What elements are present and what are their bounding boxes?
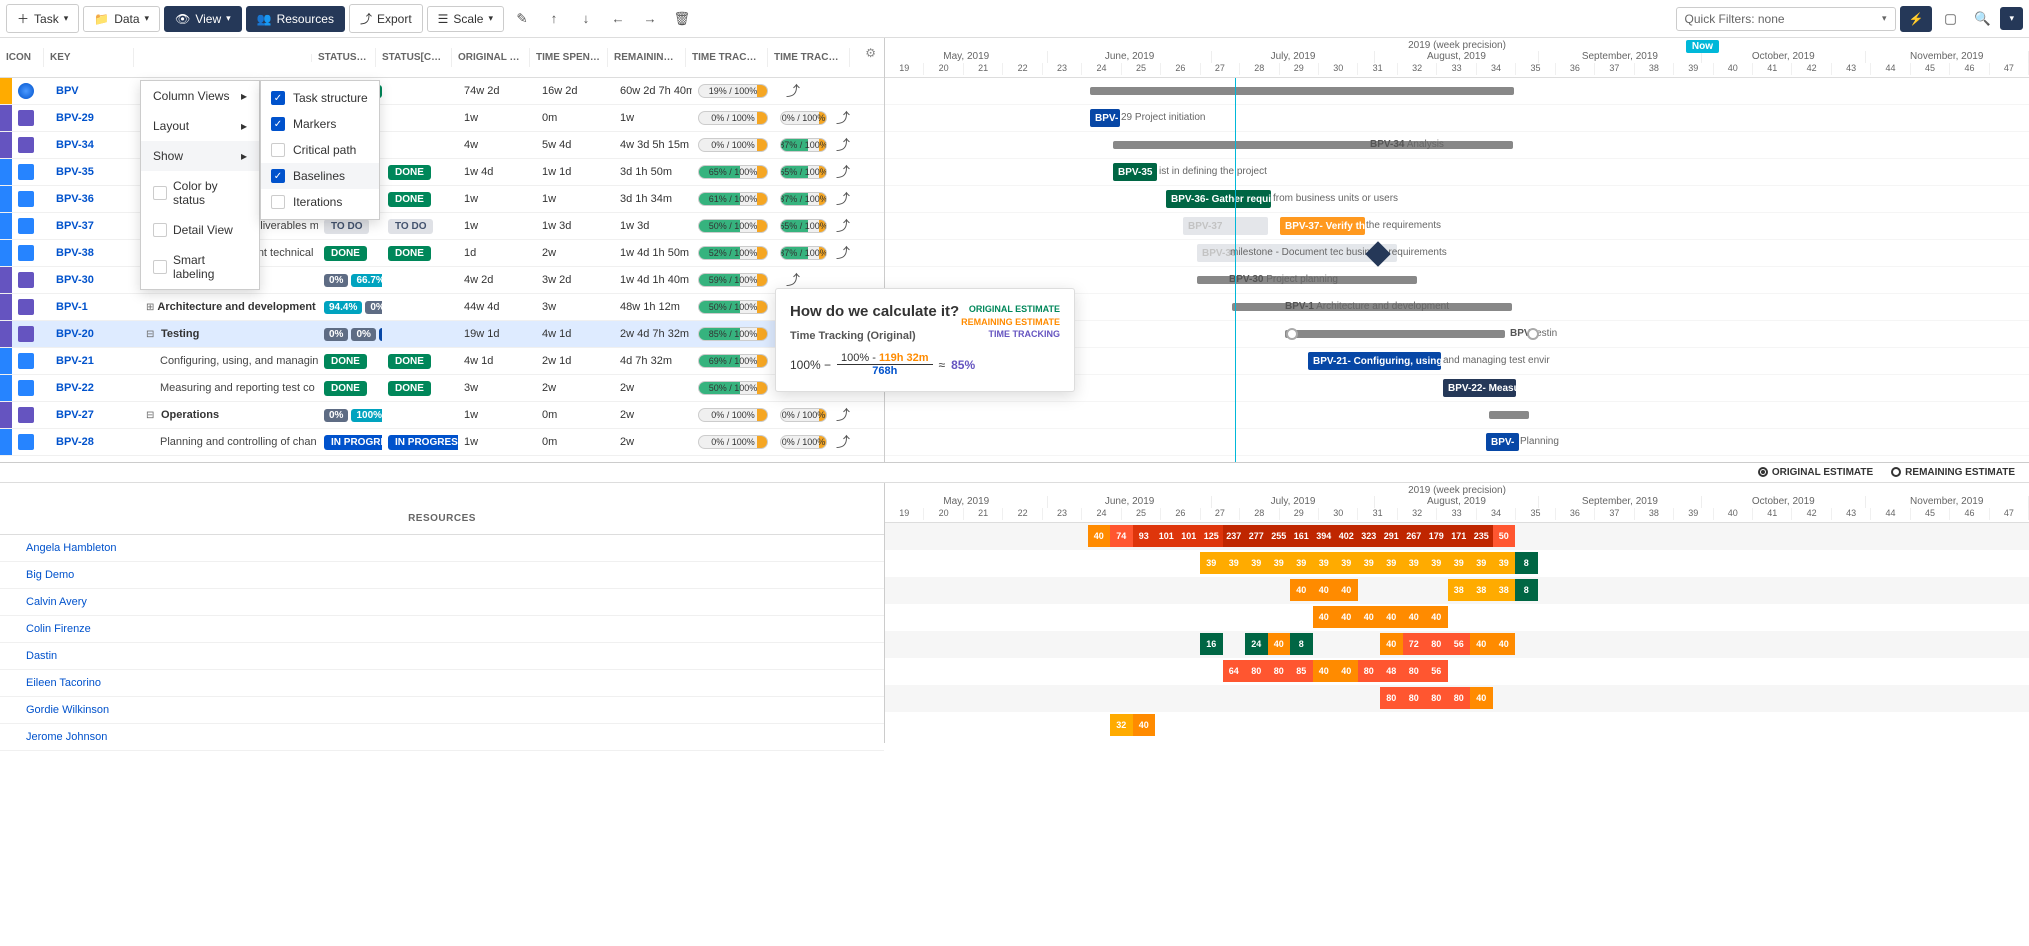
edit-icon[interactable]: ✎: [508, 5, 536, 33]
resource-row[interactable]: Colin Firenze: [0, 616, 884, 643]
task-grid: ⚙ ICON KEY STATUS[CHILDRI STATUS[CHILDRE…: [0, 38, 885, 462]
calculation-tooltip: How do we calculate it? Time Tracking (O…: [775, 288, 1075, 392]
sm-critical-path[interactable]: Critical path: [261, 137, 379, 163]
sm-baselines[interactable]: ✓Baselines: [261, 163, 379, 189]
table-row[interactable]: BPV-28 Planning and controlling of chan …: [0, 429, 884, 456]
view-dropdown: Column Views▸ Layout▸ Show▸ Color by sta…: [140, 80, 260, 290]
sm-markers[interactable]: ✓Markers: [261, 111, 379, 137]
dd-smart-labeling[interactable]: Smart labeling: [141, 245, 259, 289]
now-line: [1235, 78, 1236, 462]
dd-show[interactable]: Show▸: [141, 141, 259, 171]
baseline-legend: ORIGINAL ESTIMATE REMAINING ESTIMATE: [0, 463, 2029, 483]
resource-row[interactable]: Angela Hambleton: [0, 535, 884, 562]
table-row[interactable]: BPV-36 Gather requirements fr DONE 1w 1w…: [0, 186, 884, 213]
table-row[interactable]: BPV-30 ⊞Project planning 0%66.7%021 4w 2…: [0, 267, 884, 294]
gantt-chart: 2019 (week precision) May, 2019June, 201…: [885, 38, 2029, 462]
calendar-icon[interactable]: ▢: [1936, 5, 1964, 33]
table-row[interactable]: BPV-22 Measuring and reporting test co D…: [0, 375, 884, 402]
table-row[interactable]: BPV-34 ⊟ 103 4w 5w 4d 4w 3d 5h 15m 0% / …: [0, 132, 884, 159]
resource-row[interactable]: Jerome Johnson: [0, 724, 884, 751]
table-row[interactable]: BPV-35 DONE DONE 1w 4d 1w 1d 3d 1h 50m 6…: [0, 159, 884, 186]
arrow-up-icon[interactable]: ↑: [540, 5, 568, 33]
grid-gear-icon[interactable]: ⚙: [865, 46, 876, 60]
resources-timeline-header: 2019 (week precision) May, 2019June, 201…: [885, 483, 2029, 523]
table-row[interactable]: BPV-27 ⊟Operations 0%100%010 1w 0m 2w 0%…: [0, 402, 884, 429]
table-row[interactable]: BPV-20 ⊟Testing 0%0%1002 19w 1d 4w 1d 2w…: [0, 321, 884, 348]
resource-row[interactable]: Big Demo: [0, 562, 884, 589]
dd-layout[interactable]: Layout▸: [141, 111, 259, 141]
table-row[interactable]: BPV-38 milestone - Document technical DO…: [0, 240, 884, 267]
table-row[interactable]: BPV-21 Configuring, using, and managing …: [0, 348, 884, 375]
arrow-left-icon[interactable]: ←: [604, 5, 632, 33]
sm-task-structure[interactable]: ✓Task structure: [261, 85, 379, 111]
table-row[interactable]: BPV ⊟ 1937 74w 2d 16w 2d 60w 2d 7h 40m 1…: [0, 78, 884, 105]
trash-icon[interactable]: 🗑: [668, 5, 696, 33]
data-button[interactable]: 📁Data▾: [83, 6, 160, 32]
dd-column-views[interactable]: Column Views▸: [141, 81, 259, 111]
search-icon[interactable]: 🔍: [1968, 5, 1996, 33]
resource-row[interactable]: Gordie Wilkinson: [0, 697, 884, 724]
resources-button[interactable]: 👥Resources: [246, 6, 345, 32]
quick-filter-select[interactable]: Quick Filters: none▾: [1676, 7, 1896, 31]
bolt-icon[interactable]: ⚡: [1900, 6, 1933, 32]
sm-iterations[interactable]: Iterations: [261, 189, 379, 215]
now-badge: Now: [1686, 40, 1719, 53]
resources-heatmap: 2019 (week precision) May, 2019June, 201…: [885, 483, 2029, 743]
table-row[interactable]: BPV-1 ⊞Architecture and development 94.4…: [0, 294, 884, 321]
arrow-down-icon[interactable]: ↓: [572, 5, 600, 33]
dd-detail-view[interactable]: Detail View: [141, 215, 259, 245]
timeline-header: 2019 (week precision) May, 2019June, 201…: [885, 38, 2029, 78]
dd-color-by-status[interactable]: Color by status: [141, 171, 259, 215]
show-submenu: ✓Task structure ✓Markers Critical path ✓…: [260, 80, 380, 220]
resource-row[interactable]: Dastin: [0, 643, 884, 670]
table-row[interactable]: BPV-37 Verify that project deliverables …: [0, 213, 884, 240]
table-row[interactable]: BPV-29 TO DO 1w 0m 1w 0% / 100% 0% / 100…: [0, 105, 884, 132]
radio-remaining-estimate[interactable]: REMAINING ESTIMATE: [1891, 467, 2015, 478]
column-headers: ICON KEY STATUS[CHILDRI STATUS[CHILDREN …: [0, 38, 884, 78]
toolbar: ＋Task▾ 📁Data▾ 👁View▾ 👥Resources ⤴Export …: [0, 0, 2029, 38]
radio-original-estimate[interactable]: ORIGINAL ESTIMATE: [1758, 467, 1873, 478]
export-button[interactable]: ⤴Export: [349, 4, 423, 33]
resource-row[interactable]: Eileen Tacorino: [0, 670, 884, 697]
view-button[interactable]: 👁View▾: [164, 6, 242, 32]
arrow-right-icon[interactable]: →: [636, 5, 664, 33]
scale-button[interactable]: ☰Scale▾: [427, 6, 504, 32]
more-menu-icon[interactable]: ▾: [2000, 7, 2023, 30]
resource-row[interactable]: Calvin Avery: [0, 589, 884, 616]
task-button[interactable]: ＋Task▾: [6, 4, 79, 33]
resources-list: RESOURCES Angela HambletonBig DemoCalvin…: [0, 483, 885, 743]
